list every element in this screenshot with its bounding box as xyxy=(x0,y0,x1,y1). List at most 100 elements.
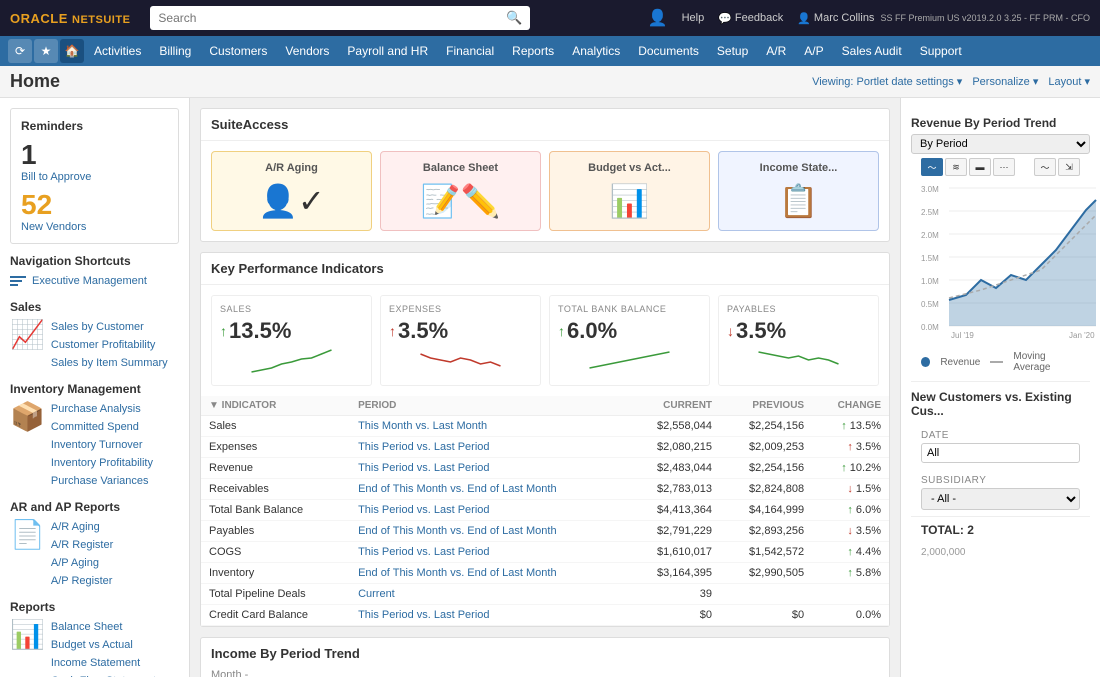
sidebar-ap-register[interactable]: A/P Register xyxy=(51,572,113,590)
cell-previous: $4,164,999 xyxy=(720,500,812,521)
nav-activities[interactable]: Activities xyxy=(86,40,149,62)
sidebar-customer-profitability[interactable]: Customer Profitability xyxy=(51,336,168,354)
chart-line-icon[interactable]: 〜 xyxy=(921,158,943,176)
sidebar-inventory-profitability[interactable]: Inventory Profitability xyxy=(51,454,153,472)
revenue-trend-section: Revenue By Period Trend By Period 〜 ≋ ▬ … xyxy=(911,108,1090,377)
sidebar-ar-aging[interactable]: A/R Aging xyxy=(51,518,113,536)
nav-payroll[interactable]: Payroll and HR xyxy=(339,40,436,62)
search-input[interactable] xyxy=(158,11,506,25)
cell-indicator: Credit Card Balance xyxy=(201,605,350,626)
right-panel: Revenue By Period Trend By Period 〜 ≋ ▬ … xyxy=(900,98,1100,677)
suite-access-card: SuiteAccess A/R Aging 👤✓ Balance Sheet 📝… xyxy=(200,108,890,242)
suite-card-income-title: Income State... xyxy=(760,162,838,174)
income-icon: 📋 xyxy=(779,182,819,220)
cell-indicator: Revenue xyxy=(201,458,350,479)
sidebar-committed-spend[interactable]: Committed Spend xyxy=(51,418,153,436)
chart-wave-icon[interactable]: ≋ xyxy=(945,158,967,176)
cell-period[interactable]: This Period vs. Last Period xyxy=(350,605,628,626)
nav-analytics[interactable]: Analytics xyxy=(564,40,628,62)
kpi-expenses-chart xyxy=(389,344,532,374)
feedback-link[interactable]: 💬 Feedback xyxy=(718,12,783,25)
revenue-chart-area: 3.0M 2.5M 2.0M 1.5M 1.0M 0.5M 0.0M xyxy=(911,180,1090,347)
cell-period[interactable]: This Month vs. Last Month xyxy=(350,416,628,437)
suite-card-ar-aging[interactable]: A/R Aging 👤✓ xyxy=(211,151,372,231)
suite-card-balance-title: Balance Sheet xyxy=(423,162,498,174)
nav-reports[interactable]: Reports xyxy=(504,40,562,62)
nav-financial[interactable]: Financial xyxy=(438,40,502,62)
reports-links: Balance Sheet Budget vs Actual Income St… xyxy=(51,618,156,677)
nav-setup[interactable]: Setup xyxy=(709,40,756,62)
inventory-icon: 📦 xyxy=(10,400,45,433)
sidebar-cash-flow[interactable]: Cash Flow Statement xyxy=(51,672,156,677)
date-input[interactable] xyxy=(921,443,1080,463)
reports-icon: 📊 xyxy=(10,618,45,651)
inventory-section-title: Inventory Management xyxy=(10,382,179,396)
sidebar-sales-by-customer[interactable]: Sales by Customer xyxy=(51,318,168,336)
nav-sales-audit[interactable]: Sales Audit xyxy=(834,40,910,62)
suite-card-balance-sheet[interactable]: Balance Sheet 📝✏️ xyxy=(380,151,541,231)
nav-ap[interactable]: A/P xyxy=(796,40,831,62)
nav-ar[interactable]: A/R xyxy=(758,40,794,62)
sidebar-inventory-turnover[interactable]: Inventory Turnover xyxy=(51,436,153,454)
chart-full-icon[interactable]: ⇲ xyxy=(1058,158,1080,176)
exec-mgmt-link[interactable]: Executive Management xyxy=(32,272,147,290)
chart-zoom-icon[interactable]: 〜 xyxy=(1034,158,1056,176)
reminder-label-2[interactable]: New Vendors xyxy=(21,221,168,233)
favorites-icon[interactable]: ★ xyxy=(34,39,58,63)
cell-period[interactable]: Current xyxy=(350,584,628,605)
chart-scatter-icon[interactable]: ⋯ xyxy=(993,158,1015,176)
cell-period[interactable]: This Period vs. Last Period xyxy=(350,437,628,458)
cell-period[interactable]: End of This Month vs. End of Last Month xyxy=(350,521,628,542)
sidebar-ar-register[interactable]: A/R Register xyxy=(51,536,113,554)
search-icon[interactable]: 🔍 xyxy=(506,10,522,26)
nav-support[interactable]: Support xyxy=(912,40,970,62)
sidebar-balance-sheet[interactable]: Balance Sheet xyxy=(51,618,156,636)
suite-card-budget[interactable]: Budget vs Act... 📊 xyxy=(549,151,710,231)
kpi-expenses-label: EXPENSES xyxy=(389,304,532,314)
home-shortcut-icon[interactable]: ⟳ xyxy=(8,39,32,63)
legend-moving-label: Moving Average xyxy=(1013,351,1080,373)
sidebar-sales-by-item[interactable]: Sales by Item Summary xyxy=(51,354,168,372)
nav-documents[interactable]: Documents xyxy=(630,40,707,62)
cell-indicator: COGS xyxy=(201,542,350,563)
suite-card-ar-title: A/R Aging xyxy=(265,162,318,174)
suite-access-title: SuiteAccess xyxy=(201,109,889,141)
sidebar-ap-aging[interactable]: A/P Aging xyxy=(51,554,113,572)
nav-customers[interactable]: Customers xyxy=(201,40,275,62)
home-icon[interactable]: 🏠 xyxy=(60,39,84,63)
user-icon[interactable]: 👤 xyxy=(648,8,668,28)
chart-legend: Revenue Moving Average xyxy=(911,347,1090,377)
personalize-link[interactable]: Personalize ▾ xyxy=(972,75,1038,88)
help-link[interactable]: Help xyxy=(682,12,705,24)
suite-card-income[interactable]: Income State... 📋 xyxy=(718,151,879,231)
nav-vendors[interactable]: Vendors xyxy=(277,40,337,62)
subsidiary-select[interactable]: - All - xyxy=(921,488,1080,510)
sidebar-purchase-variances[interactable]: Purchase Variances xyxy=(51,472,153,490)
sidebar-purchase-analysis[interactable]: Purchase Analysis xyxy=(51,400,153,418)
sidebar-income-statement[interactable]: Income Statement xyxy=(51,654,156,672)
sidebar-budget-vs-actual[interactable]: Budget vs Actual xyxy=(51,636,156,654)
cell-period[interactable]: This Period vs. Last Period xyxy=(350,500,628,521)
kpi-bank-label: TOTAL BANK BALANCE xyxy=(558,304,701,314)
layout-link[interactable]: Layout ▾ xyxy=(1048,75,1090,88)
search-bar[interactable]: 🔍 xyxy=(150,6,530,30)
cell-previous: $2,254,156 xyxy=(720,416,812,437)
svg-text:2.0M: 2.0M xyxy=(921,231,939,240)
exec-mgmt-row[interactable]: Executive Management xyxy=(10,272,179,290)
kpi-payables: PAYABLES ↓ 3.5% xyxy=(718,295,879,386)
cell-current: $2,483,044 xyxy=(628,458,720,479)
cell-period[interactable]: This Period vs. Last Period xyxy=(350,542,628,563)
cell-period[interactable]: This Period vs. Last Period xyxy=(350,458,628,479)
cell-period[interactable]: End of This Month vs. End of Last Month xyxy=(350,563,628,584)
cell-period[interactable]: End of This Month vs. End of Last Month xyxy=(350,479,628,500)
nav-billing[interactable]: Billing xyxy=(151,40,199,62)
kpi-payables-down-icon: ↓ xyxy=(727,323,734,339)
reminder-label-1[interactable]: Bill to Approve xyxy=(21,171,168,183)
chart-bar-icon[interactable]: ▬ xyxy=(969,158,991,176)
income-period-card: Income By Period Trend Month - xyxy=(200,637,890,677)
table-row: Payables End of This Month vs. End of La… xyxy=(201,521,889,542)
viewing-portlet-link[interactable]: Viewing: Portlet date settings ▾ xyxy=(812,75,962,88)
period-select[interactable]: By Period xyxy=(911,134,1090,154)
top-bar: ORACLE NETSUITE 🔍 👤 Help 💬 Feedback 👤 Ma… xyxy=(0,0,1100,36)
user-name-display[interactable]: 👤 Marc Collins SS FF Premium US v2019.2.… xyxy=(797,12,1090,25)
